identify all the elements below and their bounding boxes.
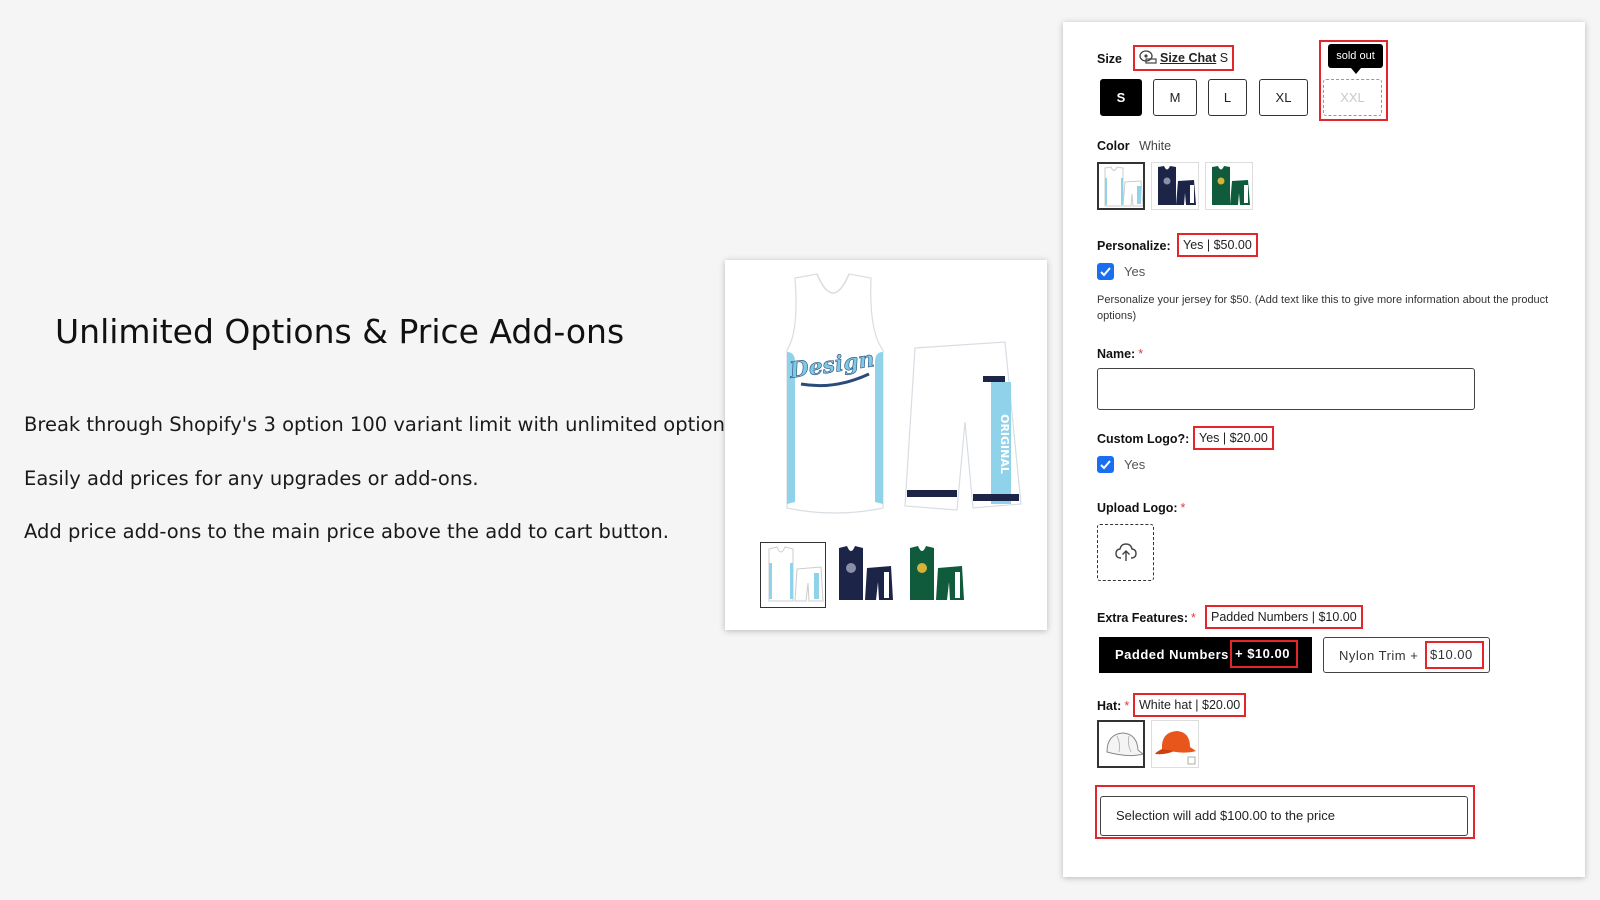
color-value: White xyxy=(1139,139,1172,153)
hero-line-2: Easily add prices for any upgrades or ad… xyxy=(24,467,479,490)
upload-logo-label: Upload Logo: xyxy=(1097,501,1178,515)
hat-required-mark: * xyxy=(1124,699,1130,713)
hat-label: Hat: xyxy=(1097,699,1122,713)
thumbnail-white-image xyxy=(768,546,824,602)
check-icon xyxy=(1100,460,1111,470)
extra-features-callout: Padded Numbers | $10.00 xyxy=(1205,605,1363,629)
size-option-s[interactable]: S xyxy=(1100,79,1142,116)
price-summary-callout: Selection will add $100.00 to the price xyxy=(1095,785,1475,839)
hat-swatch-orange[interactable] xyxy=(1151,720,1199,768)
personalize-description: Personalize your jersey for $50. (Add te… xyxy=(1097,294,1549,322)
personalize-callout: Yes | $50.00 xyxy=(1177,233,1258,257)
feature-option-nylon-trim-price: $10.00 xyxy=(1425,641,1484,669)
hat-swatch-white[interactable] xyxy=(1097,720,1145,768)
feature-option-nylon-trim[interactable]: Nylon Trim + $10.00 xyxy=(1323,637,1490,673)
upload-logo-label-row: Upload Logo: * xyxy=(1097,501,1185,515)
feature-option-nylon-trim-label: Nylon Trim + xyxy=(1339,648,1419,663)
size-chart-suffix: S xyxy=(1219,51,1229,65)
thumbnail-green-image xyxy=(910,546,964,600)
custom-logo-checkbox-label: Yes xyxy=(1124,457,1146,472)
hat-callout: White hat | $20.00 xyxy=(1133,693,1247,717)
name-label: Name: xyxy=(1097,347,1136,361)
extra-features-label: Extra Features: xyxy=(1097,611,1189,625)
color-label: Color xyxy=(1097,139,1130,153)
thumbnail-white[interactable] xyxy=(760,542,826,608)
name-label-row: Name: * xyxy=(1097,347,1143,361)
feature-option-padded-numbers-price: + $10.00 xyxy=(1230,640,1298,668)
product-options-panel: Size Size Chat S S M L XL XXL sold out C… xyxy=(1063,22,1585,877)
color-swatch-navy-image xyxy=(1158,166,1196,205)
thumbnail-green[interactable] xyxy=(902,542,968,608)
hat-label-row: Hat: * xyxy=(1097,699,1129,713)
check-icon xyxy=(1100,267,1111,277)
hero-title: Unlimited Options & Price Add-ons xyxy=(55,312,625,351)
feature-option-padded-numbers[interactable]: Padded Numbers + $10.00 xyxy=(1099,637,1312,673)
color-swatch-navy[interactable] xyxy=(1151,162,1199,210)
thumbnail-navy-image xyxy=(839,546,893,600)
color-swatch-green[interactable] xyxy=(1205,162,1253,210)
color-swatch-green-image xyxy=(1212,166,1250,205)
size-label: Size xyxy=(1097,52,1123,66)
hero-line-3: Add price add-ons to the main price abov… xyxy=(24,520,669,543)
price-summary-box: Selection will add $100.00 to the price xyxy=(1100,796,1468,836)
upload-logo-required-mark: * xyxy=(1180,501,1186,515)
feature-option-padded-numbers-label: Padded Numbers xyxy=(1115,647,1229,662)
product-preview-card: Design ORIGINAL xyxy=(725,260,1047,630)
hero-line-1: Break through Shopify's 3 option 100 var… xyxy=(24,413,742,436)
name-required-mark: * xyxy=(1138,347,1144,361)
shorts-original-text: ORIGINAL xyxy=(998,414,1011,474)
thumbnail-navy[interactable] xyxy=(831,542,897,608)
color-swatch-white[interactable] xyxy=(1097,162,1145,210)
ruler-icon xyxy=(1139,50,1157,64)
size-option-l[interactable]: L xyxy=(1208,79,1247,116)
personalize-checkbox-label: Yes xyxy=(1124,264,1146,279)
extra-features-required-mark: * xyxy=(1191,611,1196,625)
custom-logo-label: Custom Logo?: xyxy=(1097,432,1190,446)
color-swatch-white-image xyxy=(1104,166,1143,207)
cloud-upload-icon xyxy=(1115,543,1137,561)
size-chart-callout: Size Chat S xyxy=(1133,45,1235,71)
size-option-xl[interactable]: XL xyxy=(1259,79,1308,116)
personalize-label: Personalize: xyxy=(1097,239,1171,253)
personalize-checkbox[interactable] xyxy=(1097,263,1114,280)
custom-logo-checkbox[interactable] xyxy=(1097,456,1114,473)
product-main-image: Design ORIGINAL xyxy=(786,273,1022,514)
hat-white-image xyxy=(1106,732,1143,757)
extra-features-label-row: Extra Features: * xyxy=(1097,611,1196,625)
color-row: Color White xyxy=(1097,139,1171,153)
size-chart-link[interactable]: Size Chat xyxy=(1160,51,1216,65)
size-option-m[interactable]: M xyxy=(1153,79,1197,116)
upload-logo-dropzone[interactable] xyxy=(1097,524,1154,581)
custom-logo-callout: Yes | $20.00 xyxy=(1193,426,1274,450)
soldout-tooltip: sold out xyxy=(1328,44,1383,74)
hat-orange-image xyxy=(1155,731,1196,765)
size-option-xxl[interactable]: XXL xyxy=(1323,79,1382,116)
name-input[interactable] xyxy=(1097,368,1475,410)
